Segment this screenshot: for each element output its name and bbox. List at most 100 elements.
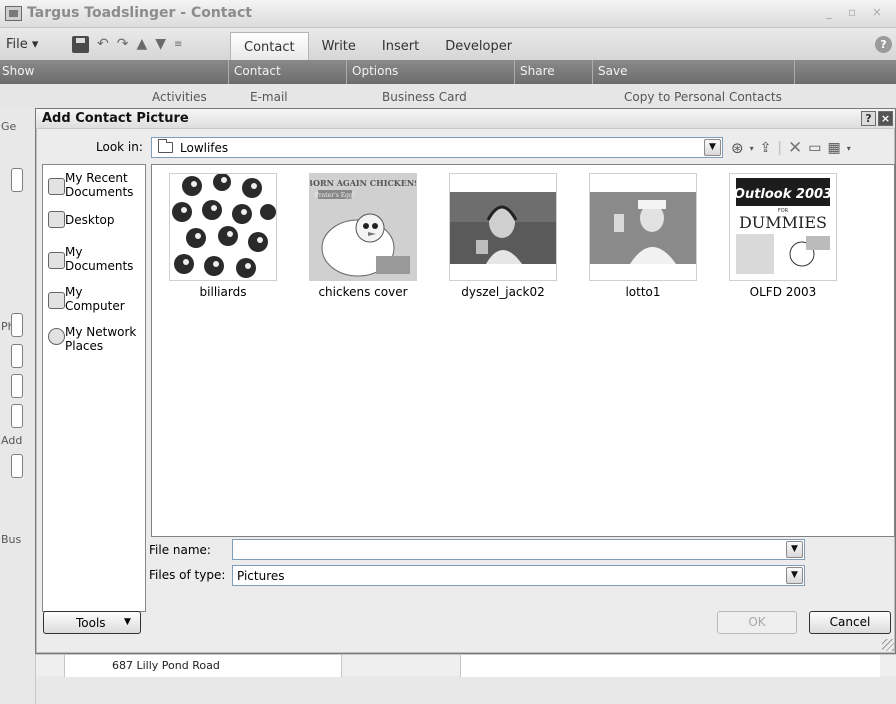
file-thumbnail[interactable] [589, 173, 697, 281]
close-icon[interactable]: × [878, 111, 893, 126]
business-label: Bus [1, 533, 22, 546]
resize-grip[interactable] [882, 639, 894, 651]
place-label: Desktop [65, 213, 115, 227]
place-label: My Recent Documents [65, 171, 134, 199]
group-divider [514, 60, 515, 84]
file-name-input[interactable]: ▼ [232, 539, 805, 560]
window-title: Targus Toadslinger - Contact [27, 5, 252, 21]
back-dropdown-icon[interactable]: ▾ [750, 144, 754, 153]
group-options: Options [352, 64, 399, 78]
billiard-balls-image [170, 173, 276, 280]
chevron-down-icon[interactable]: ▼ [704, 139, 721, 156]
book-cover-image: Outlook 2003 FOR DUMMIES [730, 174, 836, 280]
svg-text:DUMMIES: DUMMIES [739, 213, 827, 232]
redo-icon[interactable]: ↷ [117, 36, 129, 52]
group-save: Save [598, 64, 628, 78]
file-name[interactable]: dyszel_jack02 [433, 285, 573, 299]
back-icon[interactable]: ⊛ [731, 139, 744, 157]
file-list: billiards BORN AGAIN CHICKENS Prater's E… [151, 164, 895, 537]
form-button[interactable] [11, 374, 23, 398]
up-arrow-icon[interactable]: ▲ [136, 36, 147, 52]
activities-command[interactable]: Activities [152, 90, 207, 104]
address-label: Add [1, 434, 23, 447]
place-label: My Documents [65, 245, 134, 273]
file-name[interactable]: billiards [153, 285, 293, 299]
group-show: Show [2, 64, 35, 78]
chevron-down-icon[interactable]: ▼ [786, 541, 803, 558]
window-titlebar: Targus Toadslinger - Contact _ ▫ × [0, 0, 896, 28]
undo-icon[interactable]: ↶ [97, 36, 109, 52]
places-bar: My Recent Documents Desktop My Documents… [42, 164, 146, 612]
form-button[interactable] [11, 404, 23, 428]
documents-icon [48, 252, 65, 269]
window-controls[interactable]: _ ▫ × [826, 5, 888, 19]
email-command[interactable]: E-mail [250, 90, 288, 104]
ribbon-commands-partial: Activities E-mail Business Card Copy to … [0, 84, 896, 108]
file-name-label: File name: [149, 543, 211, 557]
file-name[interactable]: chickens cover [293, 285, 433, 299]
ok-button[interactable]: OK [717, 611, 797, 634]
delete-icon[interactable]: ✕ [788, 138, 802, 158]
group-contact: Contact [234, 64, 281, 78]
network-places-icon [48, 328, 65, 345]
files-of-type-dropdown[interactable]: Pictures ▼ [232, 565, 805, 586]
file-name[interactable]: lotto1 [573, 285, 713, 299]
file-thumbnail[interactable] [169, 173, 277, 281]
look-in-dropdown[interactable]: Lowlifes ▼ [151, 137, 723, 158]
tools-label: Tools [76, 616, 106, 630]
tab-developer[interactable]: Developer [432, 28, 525, 60]
svg-text:Outlook 2003: Outlook 2003 [734, 187, 832, 202]
form-button[interactable] [11, 168, 23, 192]
chickens-cover-image: BORN AGAIN CHICKENS Prater's Egg! [306, 174, 420, 280]
desktop-icon [48, 211, 65, 228]
group-divider [228, 60, 229, 84]
place-my-documents[interactable]: My Documents [43, 245, 145, 279]
contact-form-left-edge: Ge Phc Add Bus [0, 108, 36, 704]
ribbon-group-labels: Show Contact Options Share Save [0, 60, 896, 84]
dialog-titlebar: Add Contact Picture ? × [36, 109, 895, 129]
help-icon[interactable]: ? [861, 111, 876, 126]
save-icon[interactable] [72, 35, 89, 53]
file-tab[interactable]: File ▾ [0, 28, 56, 60]
place-my-recent-documents[interactable]: My Recent Documents [43, 171, 145, 205]
form-button[interactable] [11, 344, 23, 368]
tab-contact[interactable]: Contact [230, 32, 309, 60]
contact-app-icon [5, 6, 22, 21]
cancel-button[interactable]: Cancel [809, 611, 891, 634]
form-button[interactable] [11, 454, 23, 478]
tab-write[interactable]: Write [309, 28, 369, 60]
notes-panel[interactable] [460, 655, 880, 677]
business-card-command[interactable]: Business Card [382, 90, 467, 104]
new-folder-icon[interactable]: ▭ [808, 140, 821, 156]
copy-to-personal-contacts-command[interactable]: Copy to Personal Contacts [624, 90, 782, 104]
place-my-computer[interactable]: My Computer [43, 285, 145, 319]
dialog-title: Add Contact Picture [42, 111, 189, 126]
tools-button[interactable]: Tools ▼ [43, 611, 141, 634]
person-photo-image [590, 174, 696, 280]
files-of-type-value: Pictures [237, 569, 285, 583]
computer-icon [48, 292, 65, 309]
chevron-down-icon: ▼ [124, 617, 131, 627]
general-label: Ge [1, 120, 17, 133]
tab-insert[interactable]: Insert [369, 28, 432, 60]
form-button[interactable] [11, 313, 23, 337]
up-folder-icon[interactable]: ⇪ [760, 140, 772, 156]
place-label: My Computer [65, 285, 125, 313]
contact-form-bottom: 687 Lilly Pond Road [36, 654, 896, 677]
file-thumbnail[interactable]: BORN AGAIN CHICKENS Prater's Egg! [306, 173, 420, 281]
file-thumbnail[interactable] [449, 173, 557, 281]
down-arrow-icon[interactable]: ▼ [155, 36, 166, 52]
help-icon[interactable]: ? [875, 36, 892, 53]
folder-icon [158, 139, 173, 153]
file-thumbnail[interactable]: Outlook 2003 FOR DUMMIES [729, 173, 837, 281]
place-label: My Network Places [65, 325, 137, 353]
place-my-network-places[interactable]: My Network Places [43, 325, 145, 359]
place-desktop[interactable]: Desktop [43, 211, 145, 231]
dialog-toolbar: ⊛ ▾ ⇪ | ✕ ▭ ▦ ▾ [731, 138, 851, 158]
chevron-down-icon[interactable]: ▼ [786, 567, 803, 584]
views-icon[interactable]: ▦ [828, 140, 841, 156]
svg-text:BORN AGAIN CHICKENS: BORN AGAIN CHICKENS [310, 178, 416, 188]
customize-qat-icon[interactable]: ≡ [174, 39, 182, 50]
views-dropdown-icon[interactable]: ▾ [847, 144, 851, 153]
file-name[interactable]: OLFD 2003 [713, 285, 853, 299]
